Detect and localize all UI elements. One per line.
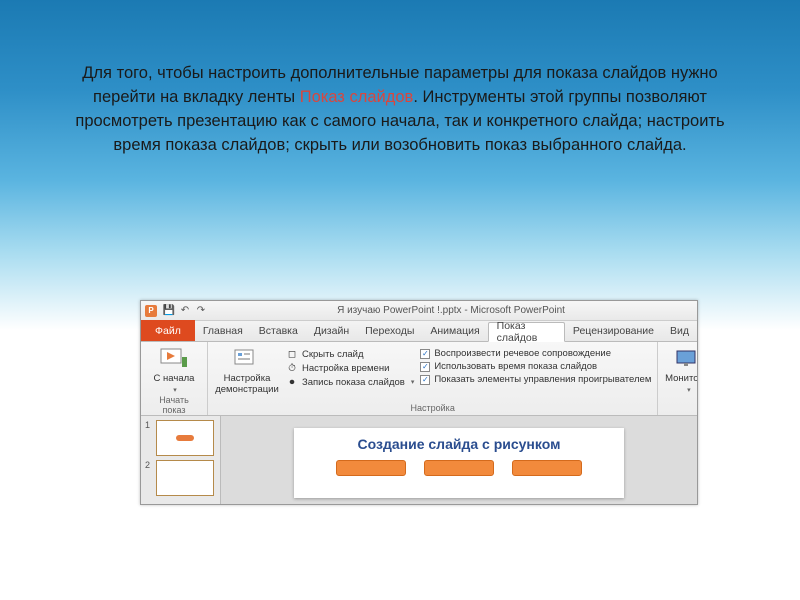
checkbox-icon: ✓ [420, 362, 430, 372]
checkbox-icon: ✓ [420, 375, 430, 385]
window-title: Я изучаю PowerPoint !.pptx - Microsoft P… [209, 305, 693, 316]
setup-small-buttons: ◻ Скрыть слайд ⏱ Настройка времени ⏺ Зап… [286, 345, 414, 388]
title-bar: P 💾 ↶ ↷ Я изучаю PowerPoint !.pptx - Mic… [141, 301, 697, 321]
slide-preview-boxes [336, 460, 582, 476]
chevron-down-icon: ▾ [687, 386, 691, 394]
group-start: С начала ▾ Начать показ слайдов [141, 342, 208, 415]
monitor-icon [674, 347, 698, 371]
presentation-icon [160, 347, 188, 371]
rehearse-timings-button[interactable]: ⏱ Настройка времени [286, 362, 414, 374]
from-beginning-button[interactable]: С начала ▾ [147, 345, 201, 394]
setup-slideshow-label: Настройка демонстрации [214, 373, 280, 395]
orange-box-icon [424, 460, 494, 476]
thumb-number: 2 [145, 460, 153, 470]
ribbon-tabs: Файл Главная Вставка Дизайн Переходы Ани… [141, 321, 697, 342]
setup-slideshow-button[interactable]: Настройка демонстрации [214, 345, 280, 395]
hide-slide-icon: ◻ [286, 348, 298, 360]
redo-icon[interactable]: ↷ [195, 305, 207, 317]
use-timings-checkbox[interactable]: ✓ Использовать время показа слайдов [420, 361, 651, 372]
group-setup: Настройка демонстрации ◻ Скрыть слайд ⏱ … [208, 342, 658, 415]
thumb-content-icon [176, 435, 194, 441]
orange-box-icon [512, 460, 582, 476]
slide-canvas: Создание слайда с рисунком [221, 416, 697, 505]
chevron-down-icon: ▾ [411, 378, 415, 386]
thumb-number: 1 [145, 420, 153, 430]
tab-file[interactable]: Файл [141, 320, 195, 341]
work-area: 1 2 Создание слайда с рисунком [141, 416, 697, 505]
tab-design[interactable]: Дизайн [306, 321, 357, 341]
hide-slide-label: Скрыть слайд [302, 349, 364, 360]
tab-insert[interactable]: Вставка [251, 321, 306, 341]
record-slideshow-label: Запись показа слайдов [302, 377, 405, 388]
clock-icon: ⏱ [286, 362, 298, 374]
monitors-button[interactable]: Мониторы ▾ [663, 345, 698, 394]
from-beginning-label: С начала [154, 373, 195, 384]
group-monitors: Мониторы ▾ [658, 342, 698, 415]
tab-slideshow[interactable]: Показ слайдов [488, 322, 565, 342]
slide-body-text: Для того, чтобы настроить дополнительные… [65, 62, 735, 158]
rehearse-timings-label: Настройка времени [302, 363, 389, 374]
record-icon: ⏺ [286, 376, 298, 388]
use-timings-label: Использовать время показа слайдов [434, 361, 597, 372]
orange-box-icon [336, 460, 406, 476]
slide-preview-title: Создание слайда с рисунком [358, 436, 561, 452]
tab-home[interactable]: Главная [195, 321, 251, 341]
hide-slide-button[interactable]: ◻ Скрыть слайд [286, 348, 414, 360]
tab-review[interactable]: Рецензирование [565, 321, 662, 341]
tab-transitions[interactable]: Переходы [357, 321, 422, 341]
group-monitors-label [664, 402, 698, 415]
slide-thumbnail[interactable] [156, 420, 214, 456]
show-media-controls-checkbox[interactable]: ✓ Показать элементы управления проигрыва… [420, 374, 651, 385]
slide-thumbnail[interactable] [156, 460, 214, 496]
group-setup-label: Настройка [214, 402, 651, 415]
setup-checkboxes: ✓ Воспроизвести речевое сопровождение ✓ … [420, 345, 651, 385]
tab-view[interactable]: Вид [662, 321, 697, 341]
setup-icon [233, 347, 261, 371]
ribbon: С начала ▾ Начать показ слайдов Настройк… [141, 342, 697, 416]
record-slideshow-button[interactable]: ⏺ Запись показа слайдов ▾ [286, 376, 414, 388]
checkbox-icon: ✓ [420, 349, 430, 359]
slide-preview[interactable]: Создание слайда с рисунком [294, 428, 624, 498]
powerpoint-icon: P [145, 305, 157, 317]
play-narrations-label: Воспроизвести речевое сопровождение [434, 348, 611, 359]
show-media-controls-label: Показать элементы управления проигрывате… [434, 374, 651, 385]
play-narrations-checkbox[interactable]: ✓ Воспроизвести речевое сопровождение [420, 348, 651, 359]
text-highlight: Показ слайдов [300, 88, 414, 106]
undo-icon[interactable]: ↶ [179, 305, 191, 317]
save-icon[interactable]: 💾 [163, 305, 175, 317]
chevron-down-icon: ▾ [173, 386, 177, 394]
monitors-label: Мониторы [665, 373, 698, 384]
tab-animation[interactable]: Анимация [422, 321, 487, 341]
powerpoint-screenshot: P 💾 ↶ ↷ Я изучаю PowerPoint !.pptx - Mic… [140, 300, 698, 505]
slide-thumbnails-panel: 1 2 [141, 416, 221, 505]
